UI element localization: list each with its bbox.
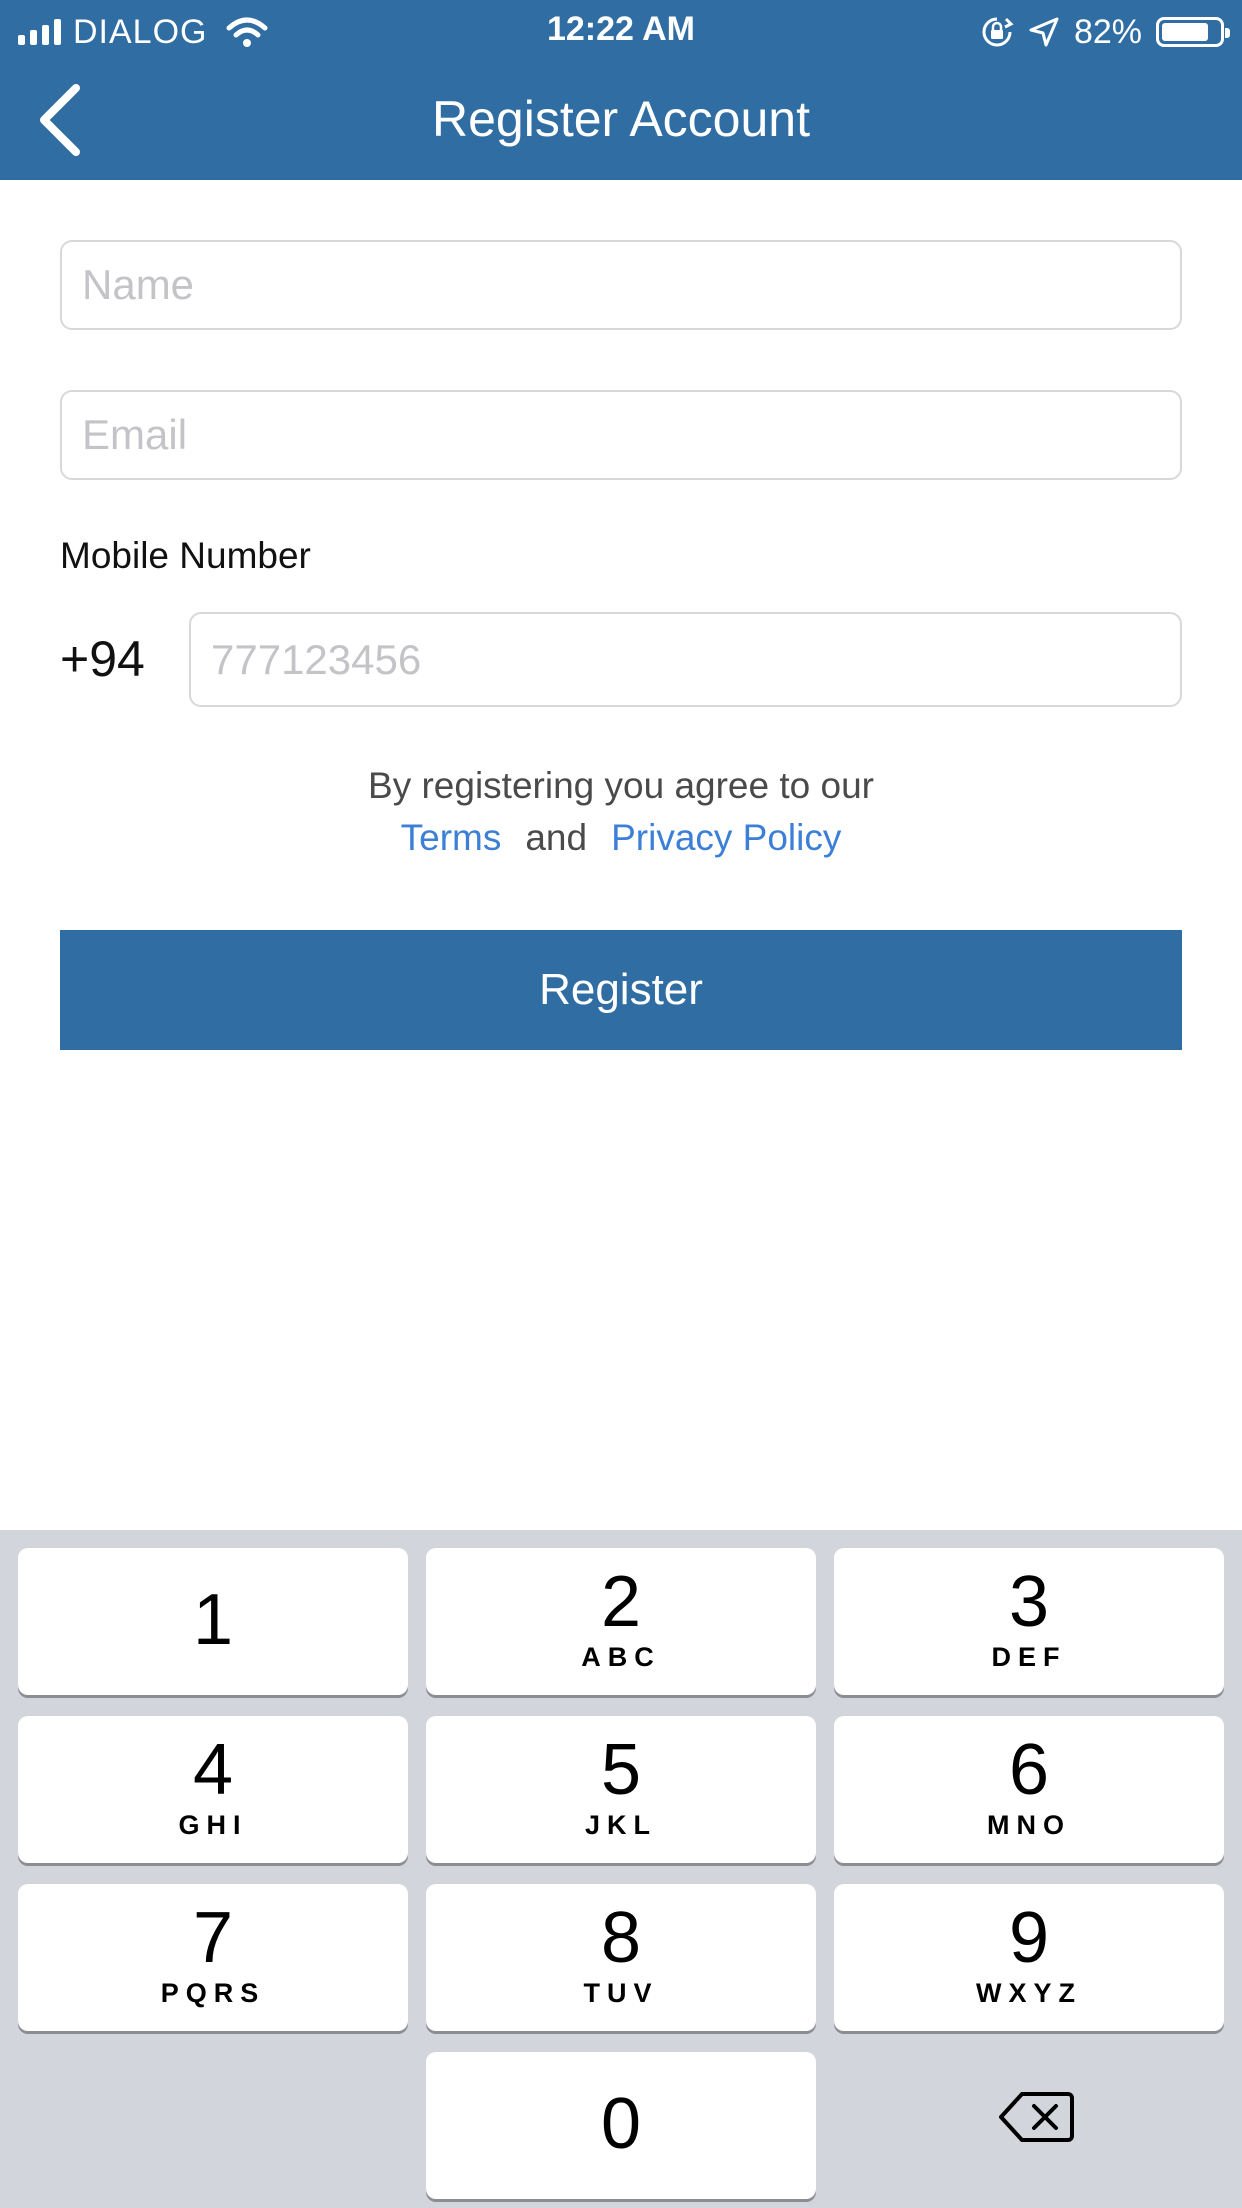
country-code: +94 bbox=[60, 631, 145, 687]
app-header: DIALOG 12:22 AM 82% Register Account bbox=[0, 0, 1242, 180]
privacy-policy-link[interactable]: Privacy Policy bbox=[611, 817, 841, 858]
key-letters: MNO bbox=[987, 1810, 1071, 1840]
key-digit: 7 bbox=[192, 1898, 234, 1978]
key-letters: PQRS bbox=[160, 1978, 266, 2008]
nav-bar: Register Account bbox=[0, 62, 1242, 180]
key-7[interactable]: 7 PQRS bbox=[18, 1884, 408, 2031]
key-digit: 8 bbox=[600, 1898, 642, 1978]
mobile-number-field[interactable] bbox=[189, 612, 1182, 707]
key-0[interactable]: 0 bbox=[426, 2052, 816, 2199]
key-digit: 5 bbox=[600, 1730, 642, 1810]
key-letters: WXYZ bbox=[976, 1978, 1082, 2008]
key-digit: 0 bbox=[600, 2084, 642, 2164]
key-4[interactable]: 4 GHI bbox=[18, 1716, 408, 1863]
key-digit: 6 bbox=[1008, 1730, 1050, 1810]
key-digit: 4 bbox=[192, 1730, 234, 1810]
key-letters: JKL bbox=[584, 1810, 657, 1840]
agreement-text: By registering you agree to our bbox=[368, 765, 874, 806]
backspace-icon[interactable] bbox=[998, 2090, 1074, 2144]
page-title: Register Account bbox=[432, 91, 810, 147]
rotation-lock-icon bbox=[982, 17, 1014, 47]
key-2[interactable]: 2 ABC bbox=[426, 1548, 816, 1695]
key-letters: DEF bbox=[991, 1642, 1067, 1672]
agreement-links: Terms and Privacy Policy bbox=[0, 817, 1242, 859]
key-letters: ABC bbox=[581, 1642, 661, 1672]
key-3[interactable]: 3 DEF bbox=[834, 1548, 1224, 1695]
key-5[interactable]: 5 JKL bbox=[426, 1716, 816, 1863]
name-field[interactable] bbox=[60, 240, 1182, 330]
key-letters: GHI bbox=[178, 1810, 248, 1840]
key-digit: 9 bbox=[1008, 1898, 1050, 1978]
location-icon bbox=[1029, 17, 1059, 47]
status-bar: DIALOG 12:22 AM 82% bbox=[0, 0, 1242, 62]
key-letters: TUV bbox=[583, 1978, 659, 2008]
battery-percent: 82% bbox=[1073, 12, 1142, 51]
key-9[interactable]: 9 WXYZ bbox=[834, 1884, 1224, 2031]
email-field[interactable] bbox=[60, 390, 1182, 480]
key-digit: 2 bbox=[600, 1562, 642, 1642]
key-8[interactable]: 8 TUV bbox=[426, 1884, 816, 2031]
battery-icon bbox=[1156, 17, 1230, 47]
terms-link[interactable]: Terms bbox=[401, 817, 502, 858]
register-button[interactable]: Register bbox=[60, 930, 1182, 1050]
mobile-number-label: Mobile Number bbox=[60, 535, 311, 576]
key-1[interactable]: 1 bbox=[18, 1548, 408, 1695]
and-text: and bbox=[525, 817, 588, 858]
key-digit: 1 bbox=[192, 1580, 234, 1660]
key-6[interactable]: 6 MNO bbox=[834, 1716, 1224, 1863]
key-digit: 3 bbox=[1008, 1562, 1050, 1642]
status-right: 82% bbox=[980, 10, 1230, 54]
